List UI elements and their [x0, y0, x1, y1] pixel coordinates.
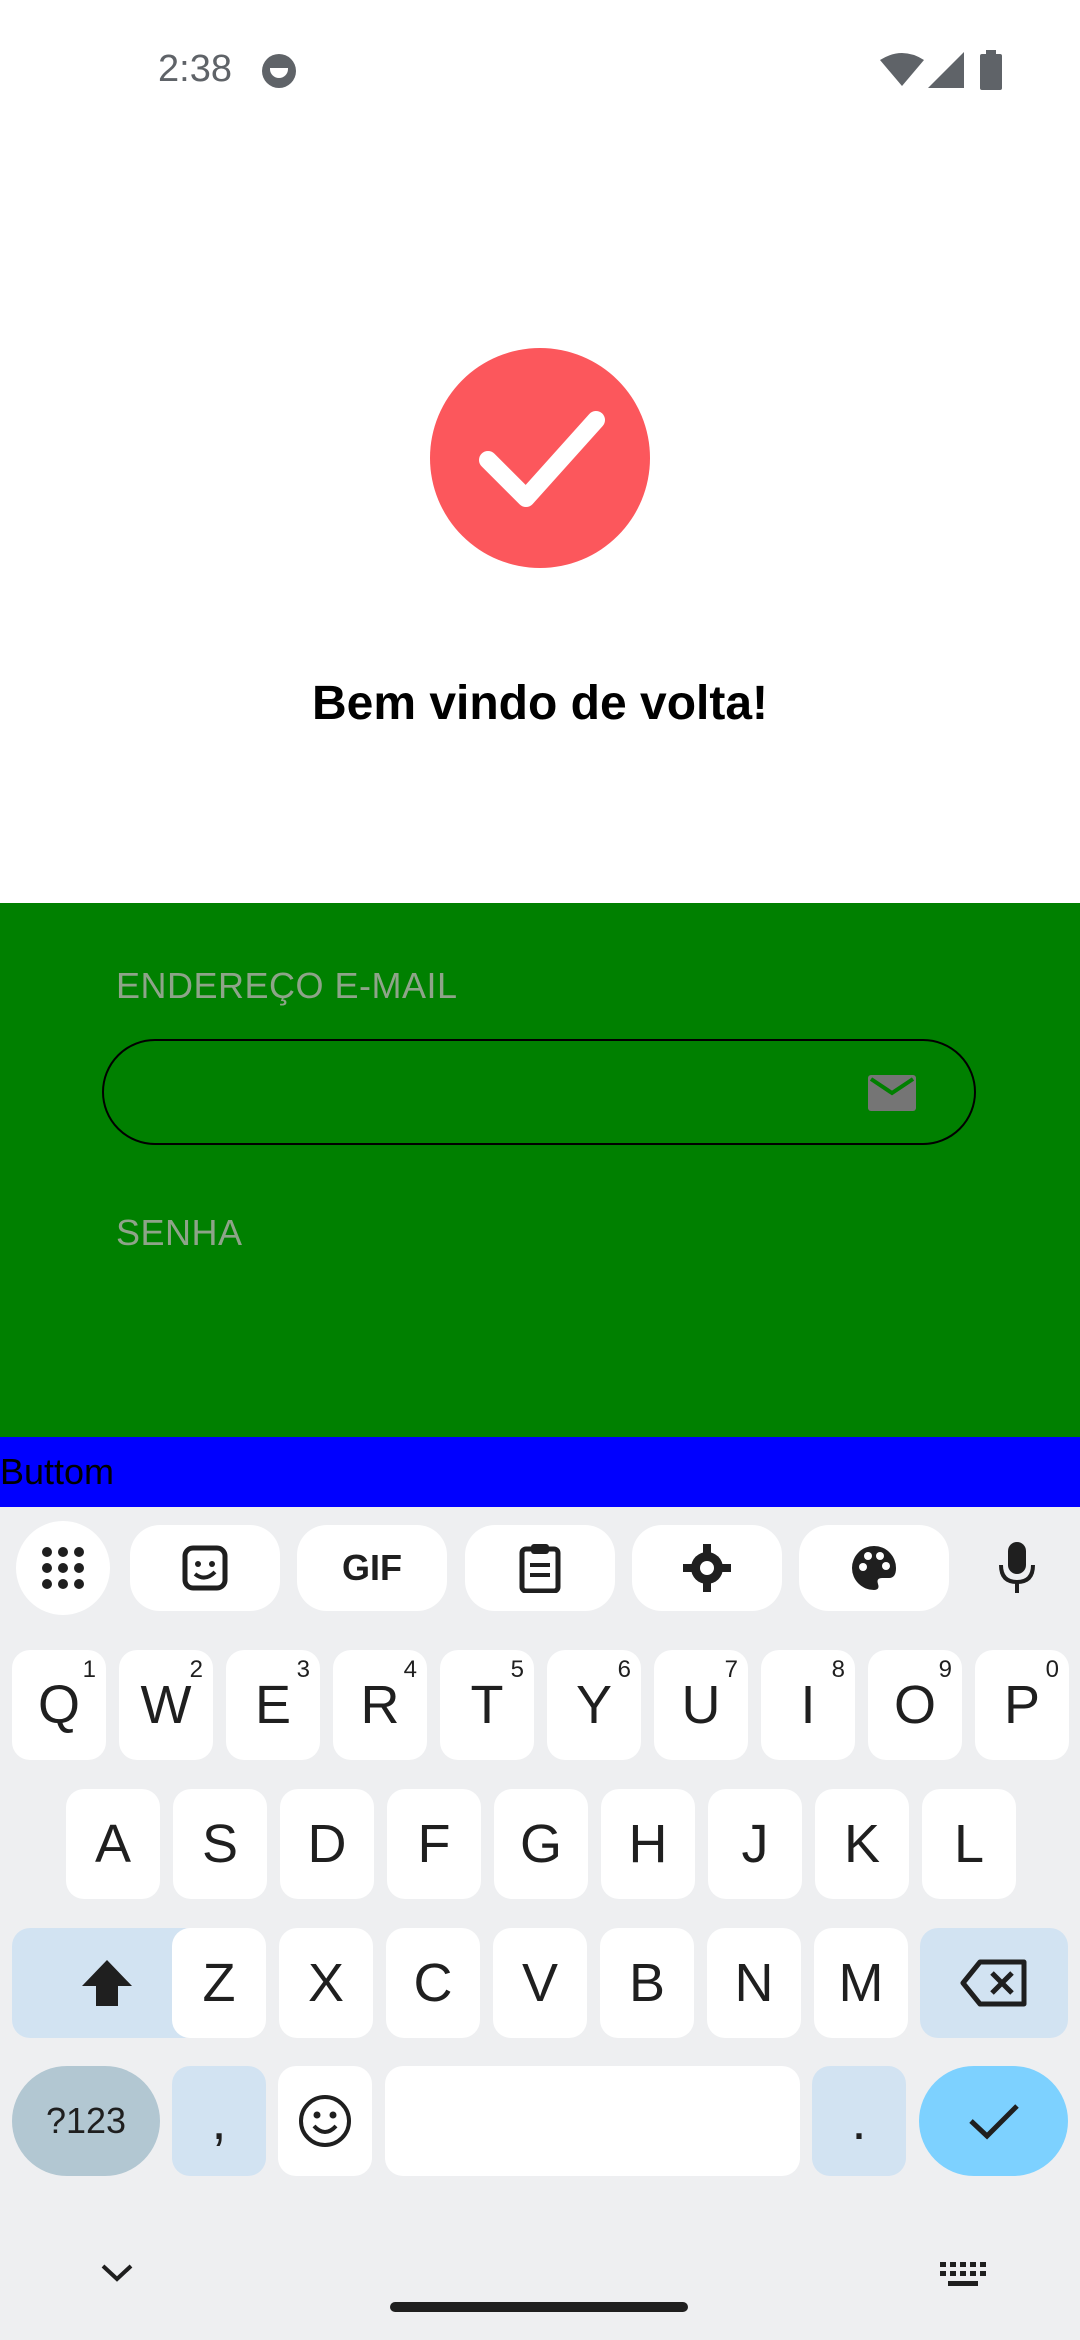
key-label: P [1003, 1675, 1041, 1735]
emoji-key[interactable] [278, 2066, 372, 2176]
clipboard-icon[interactable] [465, 1525, 615, 1611]
palette-glyph [852, 1546, 896, 1590]
key-hint: 8 [831, 1656, 845, 1683]
backspace-key[interactable] [920, 1928, 1068, 2038]
key-hint: 9 [938, 1656, 952, 1683]
key-p[interactable]: P0 [975, 1650, 1069, 1760]
key-s[interactable]: S [173, 1789, 267, 1899]
status-bar: 2:38 [0, 0, 1080, 140]
key-m[interactable]: M [814, 1928, 908, 2038]
email-input[interactable] [144, 1061, 848, 1123]
mail-icon [868, 1075, 916, 1111]
settings-gear-icon[interactable] [632, 1525, 782, 1611]
mic-glyph [999, 1542, 1035, 1593]
status-time: 2:38 [158, 48, 232, 90]
key-hint: 5 [510, 1656, 524, 1683]
key-w[interactable]: W2 [119, 1650, 213, 1760]
face-status-icon [262, 54, 296, 88]
checkmark-enter-icon [968, 2104, 1019, 2140]
palette-icon[interactable] [799, 1525, 949, 1611]
key-f[interactable]: F [387, 1789, 481, 1899]
microphone-icon[interactable] [972, 1525, 1062, 1611]
gif-button[interactable]: GIF [297, 1525, 447, 1611]
key-l[interactable]: L [922, 1789, 1016, 1899]
key-n[interactable]: N [707, 1928, 801, 2038]
key-hint: 0 [1045, 1656, 1059, 1683]
sticker-glyph [182, 1545, 228, 1591]
period-key[interactable]: . [812, 2066, 906, 2176]
key-u[interactable]: U7 [654, 1650, 748, 1760]
key-hint: 4 [403, 1656, 417, 1683]
backspace-icon [960, 1959, 1027, 2007]
key-hint: 7 [724, 1656, 738, 1683]
key-o[interactable]: O9 [868, 1650, 962, 1760]
key-v[interactable]: V [493, 1928, 587, 2038]
gesture-navigation-bar[interactable] [390, 2302, 688, 2312]
checkmark-icon [479, 411, 605, 507]
key-k[interactable]: K [815, 1789, 909, 1899]
apps-grid-glyph [42, 1547, 84, 1589]
key-c[interactable]: C [386, 1928, 480, 2038]
email-label: ENDEREÇO E-MAIL [116, 965, 458, 1006]
gear-glyph [683, 1544, 731, 1592]
enter-key[interactable] [919, 2066, 1068, 2176]
key-d[interactable]: D [280, 1789, 374, 1899]
key-label: Y [575, 1675, 613, 1735]
key-z[interactable]: Z [172, 1928, 266, 2038]
keyboard [0, 1507, 1080, 2340]
password-label: SENHA [116, 1212, 243, 1253]
key-i[interactable]: I8 [761, 1650, 855, 1760]
comma-key[interactable]: , [172, 2066, 266, 2176]
key-h[interactable]: H [601, 1789, 695, 1899]
key-r[interactable]: R4 [333, 1650, 427, 1760]
key-b[interactable]: B [600, 1928, 694, 2038]
key-hint: 1 [82, 1656, 96, 1683]
key-label: T [470, 1675, 504, 1735]
emoji-icon [299, 2095, 351, 2147]
key-y[interactable]: Y6 [547, 1650, 641, 1760]
key-label: W [140, 1675, 192, 1735]
sticker-icon[interactable] [130, 1525, 280, 1611]
key-g[interactable]: G [494, 1789, 588, 1899]
battery-icon [980, 50, 1002, 90]
clipboard-glyph [519, 1544, 561, 1593]
space-key[interactable] [385, 2066, 800, 2176]
hide-keyboard-chevron-icon[interactable] [100, 2262, 134, 2284]
bottom-button[interactable]: Buttom [0, 1437, 1080, 1507]
key-q[interactable]: Q1 [12, 1650, 106, 1760]
key-e[interactable]: E3 [226, 1650, 320, 1760]
key-hint: 2 [189, 1656, 203, 1683]
key-j[interactable]: J [708, 1789, 802, 1899]
signal-icon [928, 52, 964, 88]
key-label: E [254, 1675, 292, 1735]
key-label: Q [37, 1675, 80, 1735]
shift-arrow-icon [82, 1960, 132, 2006]
keyboard-switch-icon[interactable] [940, 2262, 986, 2288]
apps-grid-icon[interactable] [16, 1521, 110, 1615]
key-x[interactable]: X [279, 1928, 373, 2038]
key-label: R [360, 1675, 400, 1735]
key-label: U [681, 1675, 721, 1735]
symbols-key[interactable]: ?123 [12, 2066, 160, 2176]
key-label: I [800, 1675, 816, 1735]
key-hint: 3 [296, 1656, 310, 1683]
key-hint: 6 [617, 1656, 631, 1683]
welcome-title: Bem vindo de volta! [311, 677, 769, 730]
email-field[interactable] [102, 1039, 976, 1145]
key-label: O [893, 1675, 936, 1735]
key-a[interactable]: A [66, 1789, 160, 1899]
key-t[interactable]: T5 [440, 1650, 534, 1760]
app-logo [430, 348, 650, 568]
wifi-icon [880, 53, 924, 86]
